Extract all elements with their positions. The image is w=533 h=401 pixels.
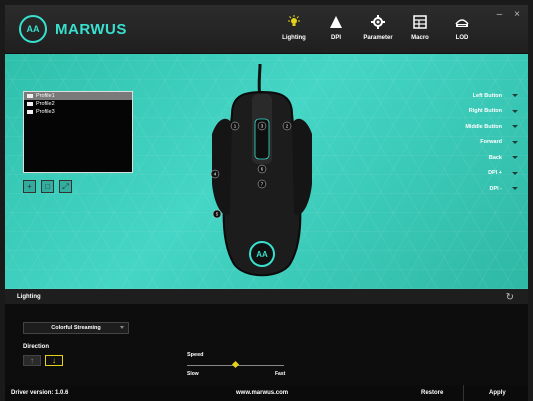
lighting-title: Lighting — [5, 289, 528, 304]
profile-list: Profile1 Profile2 Profile3 — [23, 91, 133, 173]
triangle-icon — [318, 13, 354, 31]
tab-macro[interactable]: Macro — [402, 13, 438, 41]
restore-button[interactable]: Restore — [421, 390, 443, 396]
lighting-mode-select[interactable]: Colorful Streaming — [23, 322, 129, 334]
direction-buttons: ↑ ↓ — [23, 355, 63, 366]
gear-icon — [360, 13, 396, 31]
assign-forward[interactable]: Forward — [438, 135, 518, 151]
footer-bar: Driver version: 1.0.6 www.marwus.com Res… — [5, 385, 528, 401]
direction-label: Direction — [23, 344, 50, 350]
main-nav: Lighting DPI Parameter Macro LOD — [276, 13, 480, 41]
assign-back[interactable]: Back — [438, 150, 518, 166]
profile-actions: + □ ⤢ — [23, 180, 72, 193]
export-profile-button[interactable]: ⤢ — [59, 180, 72, 193]
close-button[interactable]: × — [514, 9, 520, 20]
speed-min-label: Slow — [187, 371, 199, 377]
profile-item[interactable]: Profile2 — [24, 100, 132, 108]
assign-dpi-minus[interactable]: DPI - — [438, 181, 518, 197]
profile-item[interactable]: Profile3 — [24, 108, 132, 116]
add-profile-button[interactable]: + — [23, 180, 36, 193]
profile-label: Profile1 — [36, 93, 55, 99]
minimize-button[interactable]: – — [497, 9, 503, 20]
arrow-up-icon: ↑ — [30, 356, 34, 365]
assign-middle-button[interactable]: Middle Button — [438, 119, 518, 135]
copy-profile-button[interactable]: □ — [41, 180, 54, 193]
tab-parameter[interactable]: Parameter — [360, 13, 396, 41]
folder-icon — [27, 110, 33, 114]
profile-item[interactable]: Profile1 — [24, 92, 132, 100]
speed-label: Speed — [187, 352, 204, 358]
chevron-down-icon — [512, 94, 518, 98]
assign-dpi-plus[interactable]: DPI + — [438, 166, 518, 182]
assign-left-button[interactable]: Left Button — [438, 88, 518, 104]
tab-lod[interactable]: LOD — [444, 13, 480, 41]
website-link[interactable]: www.marwus.com — [236, 390, 288, 396]
tab-lighting-label: Lighting — [282, 35, 306, 41]
logo-badge: AA — [19, 15, 47, 43]
logo: AA MARWUS — [19, 15, 127, 43]
chevron-down-icon — [512, 109, 518, 113]
speed-max-label: Fast — [275, 371, 286, 377]
lighting-panel: Lighting ↻ Colorful Streaming Direction … — [5, 289, 528, 385]
tab-lod-label: LOD — [455, 35, 469, 41]
assign-right-button[interactable]: Right Button — [438, 104, 518, 120]
lod-icon — [444, 13, 480, 31]
tab-dpi[interactable]: DPI — [318, 13, 354, 41]
apply-button[interactable]: Apply — [489, 390, 506, 396]
direction-up-button[interactable]: ↑ — [23, 355, 41, 366]
mouse-logo: AA — [256, 250, 268, 259]
tab-dpi-label: DPI — [330, 35, 341, 41]
tab-macro-label: Macro — [411, 35, 429, 41]
reset-icon[interactable]: ↻ — [506, 292, 514, 303]
button-assignment-list: Left Button Right Button Middle Button F… — [438, 88, 518, 197]
window-controls: – × — [497, 9, 520, 20]
speed-slider-thumb[interactable] — [231, 360, 240, 369]
mouse-illustration: AA 1 2 3 4 5 6 7 — [210, 64, 312, 277]
profile-label: Profile3 — [36, 109, 55, 115]
chevron-down-icon — [120, 326, 124, 329]
lightbulb-icon — [276, 13, 312, 31]
footer-divider — [463, 385, 464, 401]
header-bar: AA MARWUS Lighting DPI Parameter Macro L… — [5, 5, 528, 54]
mouse-stage: Profile1 Profile2 Profile3 + □ ⤢ AA 1 2 — [5, 54, 528, 289]
brand-name: MARWUS — [55, 20, 127, 38]
chevron-down-icon — [512, 125, 518, 129]
macro-icon — [402, 13, 438, 31]
driver-version: Driver version: 1.0.6 — [11, 390, 69, 396]
chevron-down-icon — [512, 171, 518, 175]
tab-parameter-label: Parameter — [363, 35, 393, 41]
chevron-down-icon — [512, 140, 518, 144]
direction-down-button[interactable]: ↓ — [45, 355, 63, 366]
arrow-down-icon: ↓ — [52, 356, 56, 365]
app-window: AA MARWUS Lighting DPI Parameter Macro L… — [0, 0, 533, 401]
lighting-mode-value: Colorful Streaming — [51, 325, 101, 331]
folder-icon — [27, 102, 33, 106]
chevron-down-icon — [512, 187, 518, 191]
folder-icon — [27, 94, 33, 98]
tab-lighting[interactable]: Lighting — [276, 13, 312, 41]
chevron-down-icon — [512, 156, 518, 160]
speed-slider[interactable] — [187, 360, 284, 369]
profile-label: Profile2 — [36, 101, 55, 107]
